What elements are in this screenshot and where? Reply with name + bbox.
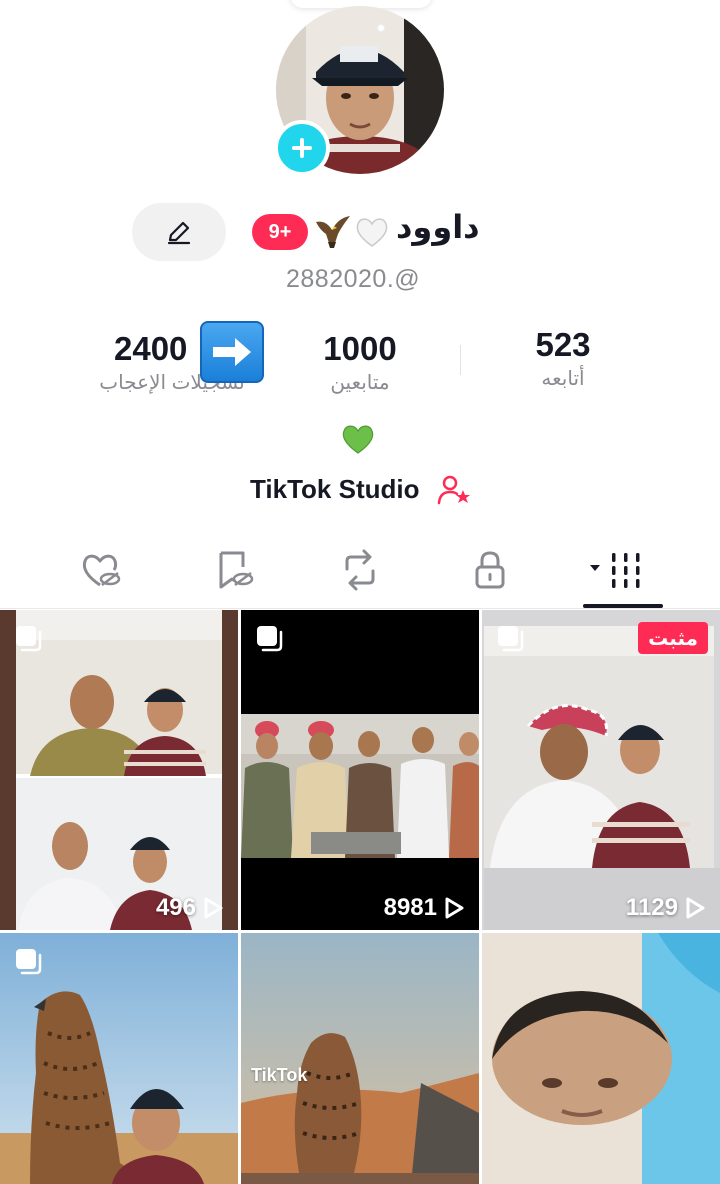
video-thumbnail-4[interactable] xyxy=(0,933,238,1184)
followers-label: متابعين xyxy=(330,372,390,394)
repost-icon xyxy=(345,549,375,591)
tiktok-watermark: TikTok xyxy=(251,1065,308,1085)
tab-liked[interactable] xyxy=(72,544,128,596)
following-count: 523 xyxy=(535,326,591,363)
heart-eye-slash-icon xyxy=(82,554,121,587)
following-label: أتابعه xyxy=(541,368,585,390)
plus-icon xyxy=(292,138,312,158)
edit-profile-button[interactable] xyxy=(132,203,226,261)
pinned-badge: مثبت xyxy=(638,622,708,654)
tab-private[interactable] xyxy=(462,544,518,596)
grid-top-divider xyxy=(0,608,720,609)
bookmark-eye-slash-icon xyxy=(219,551,254,589)
tab-videos[interactable] xyxy=(588,544,648,596)
play-icon xyxy=(686,897,705,919)
play-icon xyxy=(445,897,464,919)
username[interactable]: 2882020.@ xyxy=(286,265,420,294)
online-dot xyxy=(377,24,385,32)
video-thumbnail-6[interactable] xyxy=(482,933,720,1184)
tiktok-studio-link[interactable]: TikTok Studio xyxy=(250,474,419,505)
multi-photo-icon xyxy=(498,626,524,652)
name-emojis xyxy=(312,210,390,254)
video-thumbnail-2[interactable]: 8981 xyxy=(241,610,479,930)
following-stat[interactable]: 523 أتابعه xyxy=(505,326,621,391)
white-heart-icon xyxy=(356,218,388,247)
video-thumbnail-3[interactable]: مثبت 1129 xyxy=(482,610,720,930)
stats-divider xyxy=(460,345,461,375)
multi-photo-icon xyxy=(16,949,42,975)
add-story-button[interactable] xyxy=(274,120,330,176)
tab-reposts[interactable] xyxy=(332,544,388,596)
green-heart-icon xyxy=(342,425,374,454)
view-count: 1129 xyxy=(626,894,706,922)
view-count-text: 8981 xyxy=(383,894,437,921)
right-arrow-icon xyxy=(200,321,264,383)
pencil-icon xyxy=(167,221,191,245)
video-thumbnail-5[interactable]: TikTok xyxy=(241,933,479,1184)
view-count: 496 xyxy=(156,894,224,922)
multi-photo-icon xyxy=(16,626,42,652)
view-count: 8981 xyxy=(384,894,465,922)
view-count-text: 496 xyxy=(155,894,196,921)
followers-count: 1000 xyxy=(323,330,397,367)
notification-badge[interactable]: 9+ xyxy=(252,214,308,250)
studio-person-star-icon xyxy=(437,475,470,505)
grid-icon xyxy=(590,553,640,588)
view-count-text: 1129 xyxy=(625,894,678,921)
display-name: داوود xyxy=(396,209,480,245)
followers-stat[interactable]: 1000 متابعين xyxy=(300,330,420,395)
play-icon xyxy=(204,897,223,919)
tab-favorites[interactable] xyxy=(204,544,260,596)
video-thumbnail-1[interactable]: 496 xyxy=(0,610,238,930)
multi-photo-icon xyxy=(257,626,283,652)
lock-icon xyxy=(475,551,505,589)
eagle-icon xyxy=(316,216,350,248)
